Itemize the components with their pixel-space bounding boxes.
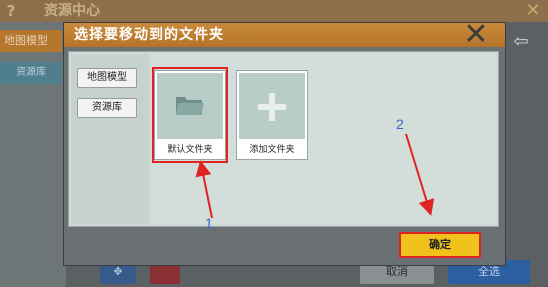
add-folder-label: 添加文件夹 — [249, 145, 295, 155]
add-folder-button[interactable]: 添加文件夹 — [236, 70, 308, 160]
folder-nav-panel: 地图模型 资源库 — [71, 54, 149, 224]
folder-thumbnail — [157, 73, 223, 139]
dialog-body: 地图模型 资源库 默认文件夹 添加文件夹 — [68, 51, 499, 227]
sidebar-tab-map-model[interactable]: 地图模型 — [0, 30, 62, 52]
dialog-header: 选择要移动到的文件夹 ✕ — [64, 20, 505, 50]
close-icon[interactable]: ✕ — [522, 1, 544, 21]
add-folder-thumbnail — [239, 73, 305, 139]
app-title: 资源中心 — [44, 3, 100, 19]
nav-resource-library[interactable]: 资源库 — [77, 98, 137, 118]
question-icon[interactable]: ? — [2, 1, 20, 21]
marker-2: 2 — [396, 116, 404, 132]
close-x-icon[interactable]: ✕ — [461, 20, 491, 50]
folder-grid: 默认文件夹 添加文件夹 — [151, 54, 496, 224]
dialog-title: 选择要移动到的文件夹 — [74, 27, 224, 43]
move-to-folder-dialog: 选择要移动到的文件夹 ✕ 地图模型 资源库 默认文件夹 添加文件夹 确定 — [63, 20, 506, 266]
confirm-button[interactable]: 确定 — [399, 232, 481, 258]
nav-map-model[interactable]: 地图模型 — [77, 68, 137, 88]
sidebar-tab-resource-library[interactable]: 资源库 — [0, 62, 62, 84]
marker-1: 1 — [205, 215, 213, 231]
folder-label: 默认文件夹 — [167, 145, 213, 155]
back-arrow-icon[interactable]: ⇦ — [508, 30, 534, 54]
dialog-footer: 确定 — [64, 229, 505, 265]
folder-icon — [176, 97, 204, 115]
folder-default[interactable]: 默认文件夹 — [154, 70, 226, 160]
